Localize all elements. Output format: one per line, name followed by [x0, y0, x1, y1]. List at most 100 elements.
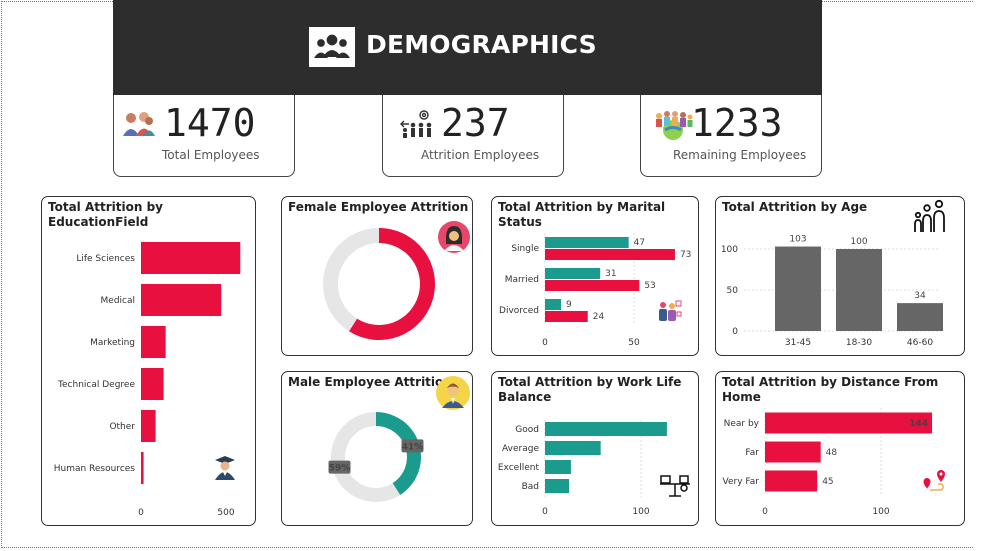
x-tick-label: 100 — [872, 507, 889, 517]
x-tick-label: 46-60 — [907, 338, 933, 348]
family-icon — [914, 199, 950, 237]
data-label: 144 — [909, 419, 928, 429]
category-label: Average — [502, 444, 539, 454]
data-label: 47 — [634, 238, 645, 248]
people-icon — [122, 108, 156, 142]
category-label: Medical — [101, 296, 135, 306]
data-label: 103 — [789, 235, 806, 245]
bar — [545, 479, 569, 493]
x-tick-label: 0 — [542, 338, 548, 348]
bar — [545, 237, 629, 248]
category-label: Far — [745, 448, 759, 458]
kpi-value: 237 — [441, 101, 510, 145]
bar — [836, 249, 882, 331]
map-route-icon — [922, 468, 948, 498]
x-tick-label: 0 — [762, 507, 768, 517]
kpi-label: Remaining Employees — [673, 148, 807, 162]
category-label: Excellent — [498, 463, 540, 473]
bar — [545, 422, 667, 436]
category-label: Human Resources — [54, 464, 136, 474]
y-tick-label: 100 — [721, 245, 738, 255]
balance-scale-icon — [658, 472, 692, 502]
graduate-icon — [213, 454, 237, 484]
male-avatar-icon — [436, 376, 470, 414]
y-tick-label: 0 — [732, 327, 738, 337]
category-label: Other — [109, 422, 135, 432]
data-label: 53 — [644, 281, 655, 291]
data-label: 73 — [680, 250, 691, 260]
crowd-globe-icon — [653, 108, 693, 144]
category-label: Single — [511, 244, 539, 254]
category-label: Life Sciences — [76, 254, 135, 264]
bar — [545, 280, 640, 291]
bar — [545, 249, 675, 260]
data-label: 31 — [605, 269, 616, 279]
card-work-life-balance: Total Attrition by Work Life Balance 0 10… — [491, 371, 699, 526]
donut-slice — [323, 228, 379, 332]
bar — [545, 460, 571, 474]
bar — [141, 326, 166, 358]
people-leaving-icon — [397, 108, 437, 144]
kpi-total-employees: 1470 Total Employees — [113, 95, 295, 177]
distance-chart: 0 100 Near by 144 Far 48 Very Far 45 — [723, 408, 933, 517]
page-title: DEMOGRAPHICS — [366, 30, 597, 59]
kpi-value: 1470 — [164, 101, 256, 145]
card-education: Total Attrition by EducationField 0 500 Li… — [41, 196, 256, 526]
couple-icon — [656, 299, 682, 327]
slice-label: 41% — [402, 442, 424, 452]
data-label: 48 — [826, 448, 838, 458]
data-label: 45 — [822, 477, 833, 487]
card-male-attrition: Male Employee Attrition 41% 59% — [281, 371, 473, 526]
x-tick-label: 50 — [628, 338, 640, 348]
data-label: 9 — [566, 300, 572, 310]
bar — [141, 242, 241, 274]
card-marital-status: Total Attrition by Marital Status 0 50 Sin… — [491, 196, 699, 356]
bar — [141, 284, 222, 316]
y-tick-label: 50 — [727, 286, 739, 296]
data-label: 24 — [593, 312, 605, 322]
slice-label: 59% — [329, 464, 351, 474]
marital-chart: 0 50 Single 47 73 Married 31 53 Divorced 9 24 — [499, 233, 691, 348]
card-female-attrition: Female Employee Attrition — [281, 196, 473, 356]
bar — [141, 410, 156, 442]
category-label: Good — [515, 425, 539, 435]
kpi-value: 1233 — [691, 101, 783, 145]
donut-slice — [376, 412, 422, 495]
bar — [545, 311, 588, 322]
category-label: Near by — [724, 419, 760, 429]
bar — [765, 470, 818, 492]
bar — [765, 441, 821, 463]
bar — [775, 246, 821, 331]
card-distance-from-home: Total Attrition by Distance From Home 01… — [715, 371, 965, 526]
group-people-icon — [309, 27, 355, 67]
x-tick-label: 0 — [542, 507, 548, 517]
bar — [545, 299, 562, 310]
category-label: Divorced — [499, 306, 539, 316]
kpi-label: Attrition Employees — [421, 148, 540, 162]
kpi-label: Total Employees — [162, 148, 260, 162]
category-label: Married — [505, 275, 539, 285]
category-label: Marketing — [90, 338, 135, 348]
x-tick-label: 500 — [217, 508, 234, 518]
kpi-remaining-employees: 1233 Remaining Employees — [640, 95, 822, 177]
bar — [545, 441, 601, 455]
scroll-area — [973, 0, 982, 551]
bar — [141, 452, 144, 484]
bar — [545, 268, 601, 279]
x-tick-label: 18-30 — [846, 338, 872, 348]
x-tick-label: 100 — [632, 507, 649, 517]
data-label: 34 — [914, 291, 926, 301]
x-tick-label: 0 — [138, 508, 144, 518]
category-label: Bad — [522, 482, 539, 492]
category-label: Technical Degree — [57, 380, 135, 390]
data-label: 100 — [850, 237, 867, 247]
female-avatar-icon — [438, 221, 470, 257]
bar — [765, 412, 933, 434]
x-tick-label: 31-45 — [785, 338, 811, 348]
kpi-attrition-employees: 237 Attrition Employees — [382, 95, 564, 177]
bar — [141, 368, 164, 400]
work-life-chart: 0 100 Good Average Excellent Bad — [498, 420, 667, 517]
bar — [897, 303, 943, 331]
card-age: Total Attrition by Age 0 50 100 103 31-45 100… — [715, 196, 965, 356]
category-label: Very Far — [723, 477, 760, 487]
